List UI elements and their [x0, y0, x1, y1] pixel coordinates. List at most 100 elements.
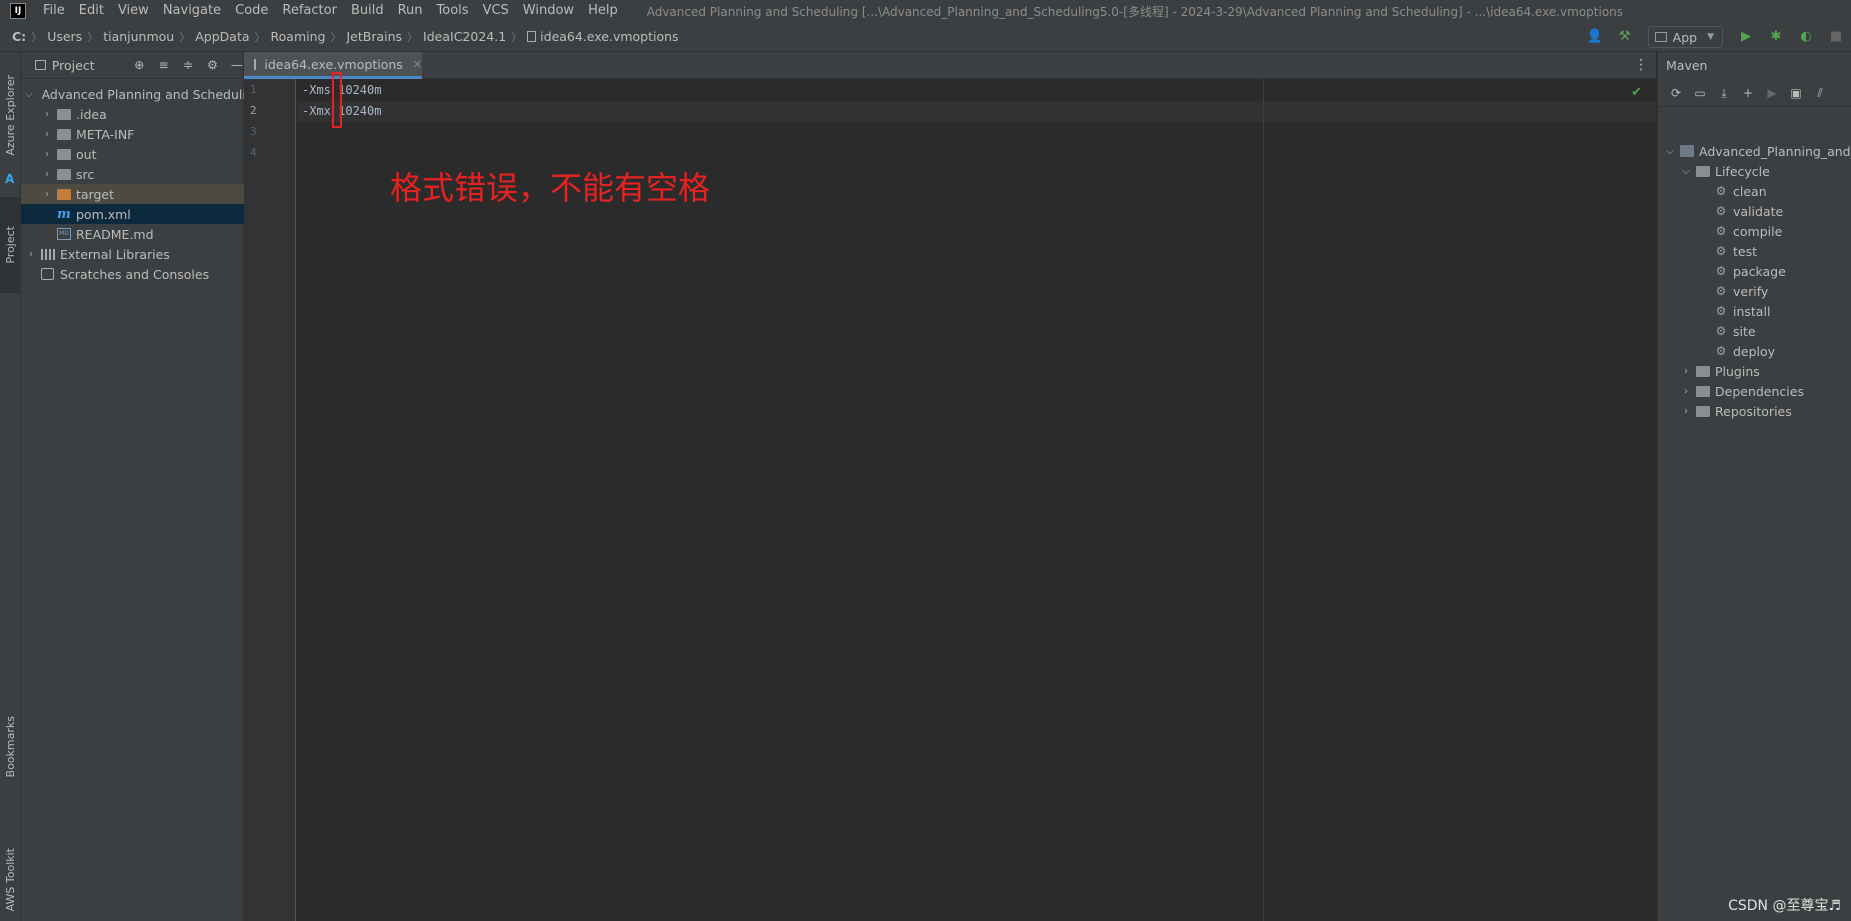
maven-goal-label: test — [1733, 243, 1758, 259]
maven-goal-site[interactable]: ⚙ site — [1714, 321, 1756, 341]
project-panel-title[interactable]: Project — [52, 58, 95, 73]
maven-module-icon — [1680, 145, 1694, 157]
markdown-file-icon: MD — [57, 228, 71, 240]
tree-item-label: Advanced Planning and Scheduling — [41, 86, 244, 102]
gear-icon[interactable]: ⚙ — [206, 58, 218, 72]
folder-icon — [57, 168, 71, 180]
azure-icon[interactable]: A — [5, 173, 16, 185]
download-icon[interactable]: ⤓ — [1717, 86, 1731, 100]
maven-repositories-item[interactable]: › Repositories — [1680, 401, 1792, 421]
minimize-icon[interactable]: — — [231, 58, 243, 72]
maven-goal-install[interactable]: ⚙ install — [1714, 301, 1771, 321]
user-icon[interactable]: 👤 — [1586, 28, 1604, 46]
breadcrumb-user[interactable]: tianjunmou — [100, 29, 177, 44]
breadcrumb-roaming[interactable]: Roaming — [268, 29, 329, 44]
menu-refactor[interactable]: Refactor — [275, 0, 344, 22]
run-config-label: App — [1672, 29, 1698, 45]
tree-item-pom[interactable]: m pom.xml — [21, 204, 244, 224]
maven-plugins-item[interactable]: › Plugins — [1680, 361, 1760, 381]
menu-window[interactable]: Window — [516, 0, 581, 22]
tree-item-readme[interactable]: MD README.md — [21, 224, 244, 244]
menu-file[interactable]: File — [36, 0, 72, 22]
project-panel: Project ⊕ ≡ ≑ ⚙ — ⌵ Advanced Planning an… — [21, 52, 244, 921]
breadcrumb-separator-icon: 〉 — [31, 30, 43, 44]
menu-navigate[interactable]: Navigate — [156, 0, 228, 22]
tree-item-meta-inf[interactable]: › META-INF — [21, 124, 244, 144]
collapse-all-icon[interactable]: ≑ — [182, 58, 194, 72]
tree-item-project-root[interactable]: ⌵ Advanced Planning and Scheduling — [21, 84, 244, 104]
tab-aws-toolkit[interactable]: AWS Toolkit — [0, 822, 21, 921]
folder-icon — [57, 148, 71, 160]
run-icon[interactable]: ▶ — [1737, 28, 1755, 46]
chevron-right-icon: › — [45, 108, 49, 120]
menu-help[interactable]: Help — [581, 0, 625, 22]
add-folder-icon[interactable]: ▭ — [1693, 86, 1707, 100]
tree-item-target[interactable]: › target — [21, 184, 244, 204]
chevron-right-icon: › — [45, 128, 49, 140]
maven-goal-clean[interactable]: ⚙ clean — [1714, 181, 1767, 201]
breadcrumb-ideaic[interactable]: IdeaIC2024.1 — [420, 29, 509, 44]
add-icon[interactable]: + — [1741, 86, 1755, 100]
toggle-offline-icon[interactable]: ⫽ — [1813, 86, 1827, 100]
breadcrumb-separator-icon: 〉 — [254, 30, 266, 44]
more-options-icon[interactable]: ⋮ — [1634, 57, 1648, 73]
folder-icon — [57, 108, 71, 120]
locate-icon[interactable]: ⊕ — [133, 58, 145, 72]
maven-dependencies-item[interactable]: › Dependencies — [1680, 381, 1804, 401]
tab-bookmarks[interactable]: Bookmarks — [0, 702, 21, 792]
tab-bookmarks-label: Bookmarks — [4, 716, 17, 778]
gear-icon: ⚙ — [1715, 224, 1727, 238]
breadcrumb-appdata[interactable]: AppData — [192, 29, 252, 44]
tab-azure-explorer[interactable]: Azure Explorer — [0, 60, 21, 170]
tab-project[interactable]: Project — [0, 197, 21, 293]
maven-goal-verify[interactable]: ⚙ verify — [1714, 281, 1769, 301]
line-number: 3 — [250, 125, 257, 138]
reload-icon[interactable]: ⟳ — [1669, 86, 1683, 100]
menu-vcs[interactable]: VCS — [476, 0, 516, 22]
execute-goal-icon[interactable]: ▣ — [1789, 86, 1803, 100]
maven-goal-validate[interactable]: ⚙ validate — [1714, 201, 1784, 221]
menu-build[interactable]: Build — [344, 0, 391, 22]
maven-goal-package[interactable]: ⚙ package — [1714, 261, 1786, 281]
tree-item-src[interactable]: › src — [21, 164, 244, 184]
chevron-right-icon: › — [1684, 405, 1688, 417]
breadcrumb-file[interactable]: idea64.exe.vmoptions — [524, 29, 681, 44]
debug-icon[interactable]: ✱ — [1767, 28, 1785, 46]
expand-all-icon[interactable]: ≡ — [158, 58, 170, 72]
menu-code[interactable]: Code — [228, 0, 275, 22]
menu-run[interactable]: Run — [391, 0, 430, 22]
maven-goal-test[interactable]: ⚙ test — [1714, 241, 1757, 261]
inspection-ok-icon[interactable]: ✔ — [1631, 85, 1642, 100]
tree-item-label: pom.xml — [76, 206, 131, 222]
maven-project-item[interactable]: ⌵ Advanced_Planning_and_Scheduling — [1664, 141, 1851, 161]
tree-item-idea[interactable]: › .idea — [21, 104, 244, 124]
stop-icon[interactable]: ■ — [1827, 28, 1845, 46]
repositories-folder-icon — [1696, 405, 1710, 417]
maven-goal-label: compile — [1733, 223, 1783, 239]
maven-lifecycle-item[interactable]: ⌵ Lifecycle — [1680, 161, 1770, 181]
tree-item-out[interactable]: › out — [21, 144, 244, 164]
project-panel-header: Project ⊕ ≡ ≑ ⚙ — — [21, 52, 243, 79]
tree-item-scratches[interactable]: Scratches and Consoles — [21, 264, 244, 284]
run-config-select[interactable]: App ▼ — [1647, 26, 1723, 48]
menu-view[interactable]: View — [111, 0, 156, 22]
close-icon[interactable]: ✕ — [413, 58, 422, 71]
plugins-folder-icon — [1696, 365, 1710, 377]
menu-tools[interactable]: Tools — [430, 0, 476, 22]
tree-item-external-libraries[interactable]: › External Libraries — [21, 244, 244, 264]
breadcrumb-jetbrains[interactable]: JetBrains — [343, 29, 405, 44]
maven-goal-deploy[interactable]: ⚙ deploy — [1714, 341, 1775, 361]
scratch-icon — [41, 268, 54, 280]
tab-label: idea64.exe.vmoptions — [264, 56, 403, 72]
run-icon[interactable]: ▶ — [1765, 86, 1779, 100]
tree-item-label: META-INF — [76, 126, 135, 142]
line-number: 1 — [250, 83, 257, 96]
build-hammer-icon[interactable]: ⚒ — [1616, 28, 1634, 46]
menu-edit[interactable]: Edit — [72, 0, 111, 22]
breadcrumb-drive[interactable]: C: — [0, 29, 29, 44]
maven-panel-title[interactable]: Maven — [1666, 58, 1707, 73]
coverage-icon[interactable]: ◐ — [1797, 28, 1815, 46]
maven-goal-compile[interactable]: ⚙ compile — [1714, 221, 1783, 241]
breadcrumb-users[interactable]: Users — [44, 29, 85, 44]
code-editor[interactable]: 1 2 3 4 -Xms 10240m -Xmx 10240m 格式错误，不能有… — [244, 72, 1656, 921]
